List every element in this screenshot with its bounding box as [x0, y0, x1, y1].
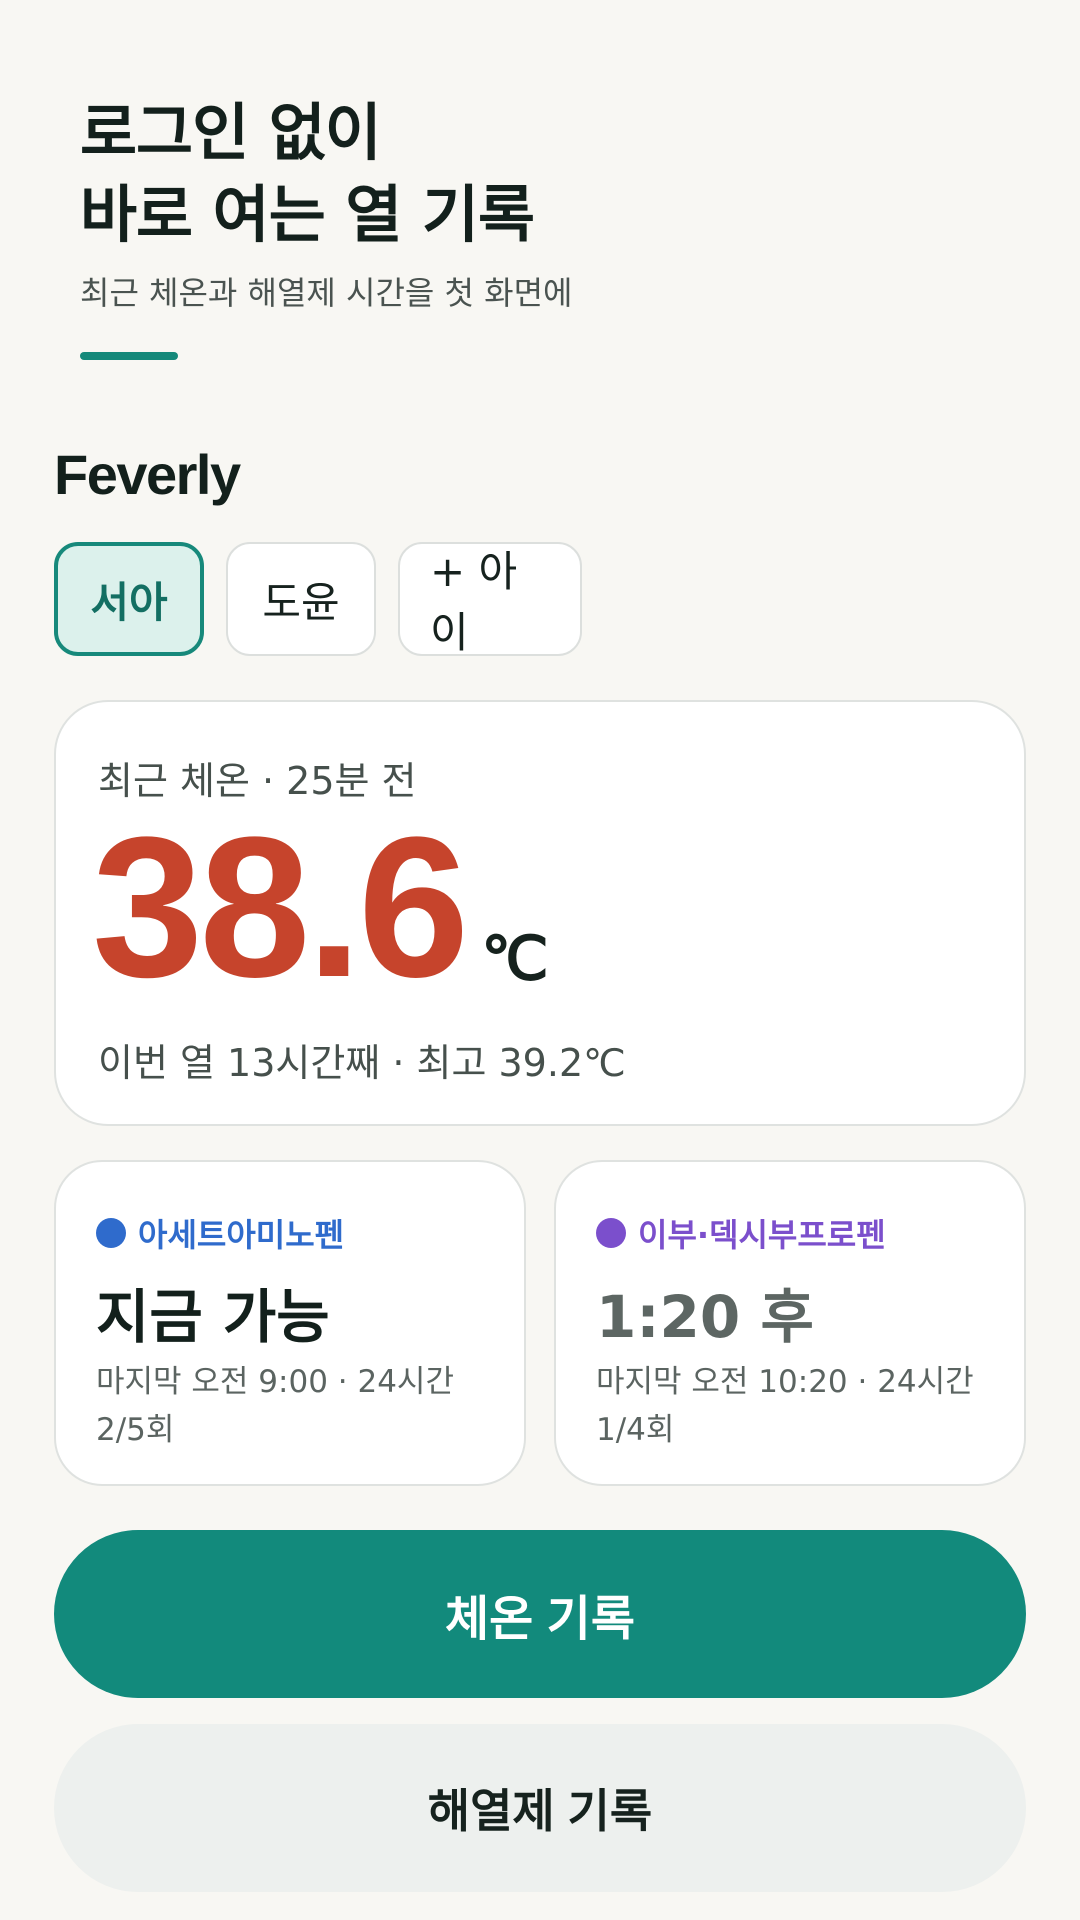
temperature-reading: 38.6 ℃ [92, 796, 549, 1019]
medication-color-dot [596, 1218, 626, 1248]
medication-header: 아세트아미노펜 [96, 1210, 344, 1256]
medication-last-dose: 마지막 오전 10:20 · 24시간 [596, 1364, 974, 1400]
child-selector: 서아 도윤 + 아이 [54, 542, 582, 657]
medication-status: 지금 가능 [96, 1283, 330, 1351]
intro-title-line-1: 로그인 없이 [80, 96, 382, 169]
temperature-value: 38.6 [92, 796, 469, 1019]
medication-color-dot [96, 1218, 126, 1248]
child-chip-doyun[interactable]: 도윤 [226, 542, 376, 656]
child-chip-label: 도윤 [262, 577, 340, 627]
add-child-chip[interactable]: + 아이 [398, 542, 582, 657]
temperature-unit: ℃ [481, 925, 549, 992]
add-child-label: + 아이 [430, 547, 518, 657]
record-medication-button[interactable]: 해열제 기록 [54, 1724, 1026, 1892]
record-temperature-button[interactable]: 체온 기록 [54, 1530, 1026, 1698]
intro-title: 로그인 없이 바로 여는 열 기록 [80, 92, 1000, 256]
latest-temperature-card[interactable]: 최근 체온 · 25분 전 38.6 ℃ 이번 열 13시간째 · 최고 39.… [54, 700, 1026, 1126]
intro-subtitle: 최근 체온과 해열제 시간을 첫 화면에 [80, 274, 573, 312]
app-screen: 로그인 없이 바로 여는 열 기록 최근 체온과 해열제 시간을 첫 화면에 F… [0, 0, 1080, 1920]
intro-accent-bar [80, 352, 178, 360]
medication-header: 이부·덱시부프로펜 [596, 1210, 886, 1256]
medication-dose-count: 2/5회 [96, 1412, 175, 1448]
child-chip-label: 서아 [90, 577, 168, 627]
medication-detail: 마지막 오전 9:00 · 24시간 2/5회 [96, 1358, 506, 1454]
child-chip-seoa[interactable]: 서아 [54, 542, 204, 656]
medication-status: 1:20 후 [596, 1283, 814, 1351]
medication-dose-count: 1/4회 [596, 1412, 675, 1448]
medication-name: 아세트아미노펜 [138, 1216, 345, 1254]
fever-summary: 이번 열 13시간째 · 최고 39.2℃ [98, 1041, 626, 1085]
medication-card-acetaminophen[interactable]: 아세트아미노펜 지금 가능 마지막 오전 9:00 · 24시간 2/5회 [54, 1160, 526, 1486]
intro-title-line-2: 바로 여는 열 기록 [80, 178, 535, 251]
medication-detail: 마지막 오전 10:20 · 24시간 1/4회 [596, 1358, 1006, 1454]
medication-last-dose: 마지막 오전 9:00 · 24시간 [96, 1364, 454, 1400]
app-brand: Feverly [54, 443, 241, 506]
intro-banner: 로그인 없이 바로 여는 열 기록 최근 체온과 해열제 시간을 첫 화면에 [80, 92, 1000, 360]
medication-card-ibuprofen[interactable]: 이부·덱시부프로펜 1:20 후 마지막 오전 10:20 · 24시간 1/4… [554, 1160, 1026, 1486]
medication-name: 이부·덱시부프로펜 [638, 1216, 886, 1254]
